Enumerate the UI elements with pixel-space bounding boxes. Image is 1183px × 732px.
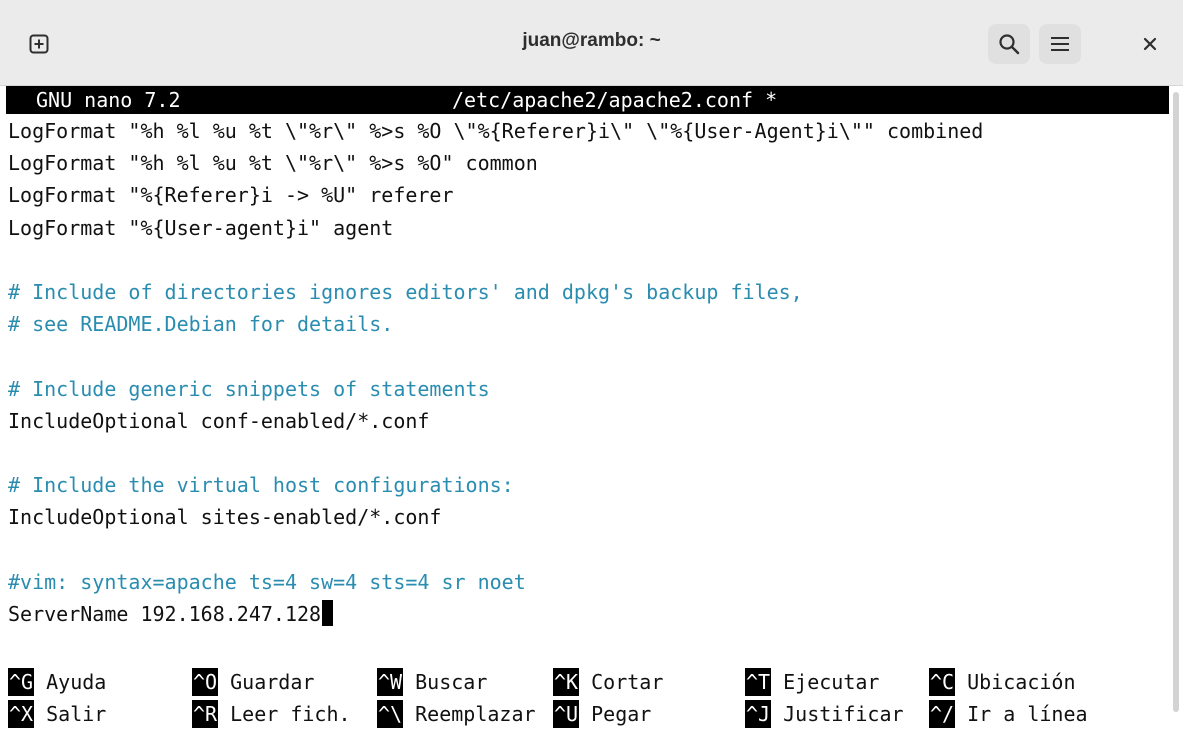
shortcut-item: ^X Salir <box>8 700 106 728</box>
nano-file-name: /etc/apache2/apache2.conf * <box>452 88 778 112</box>
shortcut-key: ^K <box>553 668 580 696</box>
shortcut-label: Buscar <box>403 670 488 694</box>
terminal-window: juan@rambo: ~ GNU nano 7.2 /etc/apache2/… <box>0 0 1183 732</box>
shortcut-key: ^X <box>8 700 35 728</box>
shortcut-label: Guardar <box>218 670 315 694</box>
shortcut-item: ^C Ubicación <box>929 668 1076 696</box>
shortcut-item: ^/ Ir a línea <box>929 700 1088 728</box>
line-text: LogFormat "%{Referer}i -> %U" referer <box>8 183 454 208</box>
code-line: IncludeOptional sites-enabled/*.conf <box>8 502 441 532</box>
shortcut-item: ^G Ayuda <box>8 668 106 696</box>
search-icon <box>999 34 1020 55</box>
shortcut-label: Justificar <box>771 702 904 726</box>
shortcut-label: Ejecutar <box>771 670 880 694</box>
line-text: IncludeOptional sites-enabled/*.conf <box>8 505 442 530</box>
shortcut-key: ^C <box>929 668 956 696</box>
hamburger-menu-icon <box>1051 37 1069 51</box>
comment-line: #vim: syntax=apache ts=4 sw=4 sts=4 sr n… <box>8 567 526 597</box>
search-button[interactable] <box>988 24 1030 64</box>
shortcut-item: ^U Pegar <box>553 700 651 728</box>
line-text: LogFormat "%h %l %u %t \"%r\" %>s %O" co… <box>8 151 538 176</box>
shortcut-key: ^T <box>745 668 772 696</box>
text-cursor <box>322 600 334 626</box>
line-text: LogFormat "%h %l %u %t \"%r\" %>s %O \"%… <box>8 119 984 143</box>
shortcut-item: ^\ Reemplazar <box>377 700 536 728</box>
shortcut-key: ^W <box>377 668 404 696</box>
shortcut-item: ^K Cortar <box>553 668 663 696</box>
shortcut-item: ^J Justificar <box>745 700 904 728</box>
terminal-scrollbar[interactable] <box>1173 92 1179 712</box>
shortcut-key: ^R <box>192 700 219 728</box>
line-text: # see README.Debian for details. <box>8 312 394 337</box>
line-text: # Include the virtual host configuration… <box>8 473 514 498</box>
shortcut-item: ^R Leer fich. <box>192 700 351 728</box>
shortcut-label: Reemplazar <box>403 702 536 726</box>
shortcut-item: ^T Ejecutar <box>745 668 879 696</box>
comment-line: # Include generic snippets of statements <box>8 374 490 404</box>
shortcut-key: ^J <box>745 700 772 728</box>
comment-line: # Include of directories ignores editors… <box>8 277 803 307</box>
nano-title-bar: GNU nano 7.2 /etc/apache2/apache2.conf * <box>6 86 1169 114</box>
line-text: IncludeOptional conf-enabled/*.conf <box>8 408 430 433</box>
close-button[interactable] <box>1130 24 1170 64</box>
shortcut-label: Ayuda <box>34 670 107 694</box>
line-text: ServerName 192.168.247.128 <box>8 602 322 626</box>
header-bar: juan@rambo: ~ <box>0 0 1183 86</box>
shortcut-label: Ir a línea <box>955 702 1088 726</box>
line-text: LogFormat "%{User-agent}i" agent <box>8 215 394 240</box>
line-text: # Include of directories ignores editors… <box>8 280 803 304</box>
shortcut-key: ^U <box>553 700 580 728</box>
shortcut-label: Cortar <box>579 670 664 694</box>
shortcut-item: ^O Guardar <box>192 668 314 696</box>
code-line: LogFormat "%h %l %u %t \"%r\" %>s %O \"%… <box>8 116 983 146</box>
shortcut-label: Pegar <box>579 702 652 726</box>
shortcut-item: ^W Buscar <box>377 668 487 696</box>
comment-line: # see README.Debian for details. <box>8 309 393 339</box>
menu-button[interactable] <box>1039 24 1081 64</box>
shortcut-key: ^\ <box>377 700 404 728</box>
shortcut-key: ^G <box>8 668 35 696</box>
shortcut-key: ^O <box>192 668 219 696</box>
shortcut-label: Salir <box>34 702 107 726</box>
nano-version: GNU nano 7.2 <box>36 88 181 112</box>
terminal-area[interactable]: GNU nano 7.2 /etc/apache2/apache2.conf *… <box>0 86 1183 732</box>
shortcut-key: ^/ <box>929 700 956 728</box>
comment-line: # Include the virtual host configuration… <box>8 470 514 500</box>
code-line: LogFormat "%{User-agent}i" agent <box>8 213 393 243</box>
shortcut-label: Ubicación <box>955 670 1076 694</box>
code-line: IncludeOptional conf-enabled/*.conf <box>8 406 429 436</box>
shortcut-label: Leer fich. <box>218 702 351 726</box>
line-text: # Include generic snippets of statements <box>8 376 490 401</box>
code-line: LogFormat "%{Referer}i -> %U" referer <box>8 180 454 210</box>
code-line: ServerName 192.168.247.128 <box>8 599 334 629</box>
close-icon <box>1143 37 1157 51</box>
code-line: LogFormat "%h %l %u %t \"%r\" %>s %O" co… <box>8 148 538 178</box>
line-text: #vim: syntax=apache ts=4 sw=4 sts=4 sr n… <box>8 569 526 594</box>
